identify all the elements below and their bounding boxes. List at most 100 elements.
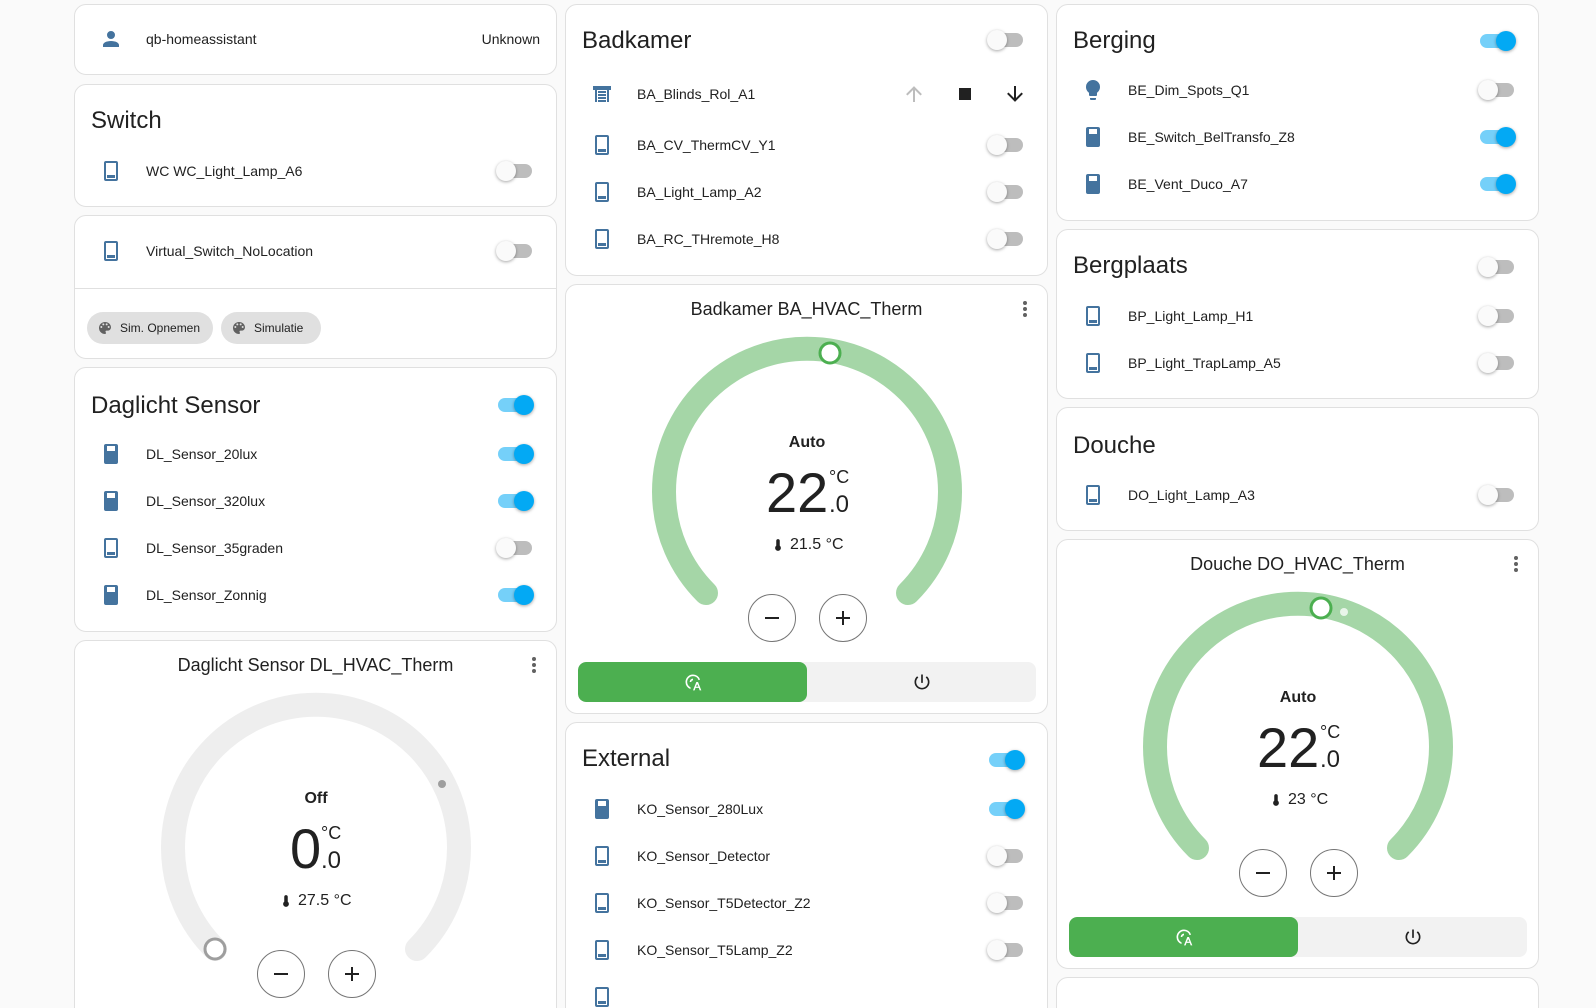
entity-toggle[interactable] [1478,482,1518,508]
switch-icon [1086,353,1100,373]
daglicht-sensor-card: Daglicht Sensor DL_Sensor_20lux DL_Senso… [74,367,557,632]
entity-row[interactable]: KO_Sensor_T5Lamp_Z2 [566,930,1047,970]
current-temperature: 21.5 °C [790,536,844,553]
entity-row[interactable]: KO_Sensor_Detector [566,836,1047,876]
entity-toggle[interactable] [496,238,536,264]
card-title: Daglicht Sensor [91,392,261,419]
header-toggle[interactable] [496,392,536,418]
entity-toggle[interactable] [987,937,1027,963]
more-options-icon[interactable] [1504,552,1528,576]
entity-row[interactable]: DL_Sensor_20lux [75,434,556,474]
switch-icon [104,538,118,558]
entity-toggle[interactable] [987,179,1027,205]
header-toggle[interactable] [987,27,1027,53]
entity-row[interactable]: DL_Sensor_35graden [75,528,556,568]
thermostat-card: Badkamer BA_HVAC_Therm Auto 22 °C .0 21.… [565,284,1048,714]
increase-button[interactable] [819,594,867,642]
sim-opnemen-chip[interactable]: Sim. Opnemen [87,312,213,344]
switch-icon [595,940,609,960]
increase-button[interactable] [328,950,376,998]
mode-auto-button[interactable] [1069,917,1298,957]
entity-toggle[interactable] [1478,77,1518,103]
entity-row[interactable]: BP_Light_Lamp_H1 [1057,296,1538,336]
entity-toggle[interactable] [496,582,536,608]
switch-icon [595,893,609,913]
entity-name: BA_RC_THremote_H8 [637,231,780,247]
switch-icon [104,241,118,261]
hvac-mode-bar [1069,917,1527,957]
temperature-unit: °C [829,467,850,487]
palette-icon [99,322,111,334]
entity-row[interactable]: DL_Sensor_Zonnig [75,575,556,615]
entity-name: BA_Light_Lamp_A2 [637,184,762,200]
entity-row[interactable]: BA_CV_ThermCV_Y1 [566,125,1047,165]
entity-row[interactable]: BE_Dim_Spots_Q1 [1057,70,1538,110]
entity-toggle[interactable] [496,488,536,514]
entity-toggle[interactable] [987,226,1027,252]
entity-toggle[interactable] [987,890,1027,916]
entity-name: WC WC_Light_Lamp_A6 [146,163,303,179]
simulatie-chip[interactable]: Simulatie [221,312,321,344]
arrow-up-icon[interactable] [902,82,926,106]
cover-row[interactable]: BA_Blinds_Rol_A1 [566,74,1047,114]
entity-row[interactable]: BE_Switch_BelTransfo_Z8 [1057,117,1538,157]
header-toggle[interactable] [1478,254,1518,280]
decrease-button[interactable] [257,950,305,998]
entity-row[interactable]: Virtual_Switch_NoLocation [75,231,556,271]
entity-toggle[interactable] [1478,350,1518,376]
plus-icon [1327,866,1341,880]
entity-row[interactable]: DL_Sensor_320lux [75,481,556,521]
increase-button[interactable] [1310,849,1358,897]
entity-row[interactable]: KO_Sensor_T5Detector_Z2 [566,883,1047,923]
person-row[interactable]: qb-homeassistant Unknown [75,19,556,59]
entity-toggle[interactable] [987,796,1027,822]
entity-toggle[interactable] [496,158,536,184]
next-card [1056,977,1539,1008]
entity-row[interactable]: BA_Light_Lamp_A2 [566,172,1047,212]
decrease-button[interactable] [1239,849,1287,897]
minus-icon [274,973,288,975]
card-title: Badkamer [582,27,692,54]
decrease-button[interactable] [748,594,796,642]
entity-row[interactable]: DO_Light_Lamp_A3 [1057,475,1538,515]
more-options-icon[interactable] [1013,297,1037,321]
entity-toggle[interactable] [496,535,536,561]
entity-row[interactable] [566,977,1047,1008]
entity-name: BE_Dim_Spots_Q1 [1128,82,1250,98]
entity-toggle[interactable] [1478,303,1518,329]
minus-icon [1256,872,1270,874]
entity-row[interactable]: BA_RC_THremote_H8 [566,219,1047,259]
header-toggle[interactable] [987,747,1027,773]
entity-row[interactable]: KO_Sensor_280Lux [566,789,1047,829]
entity-toggle[interactable] [1478,171,1518,197]
mode-off-button[interactable] [1298,917,1527,957]
entity-row[interactable]: BE_Vent_Duco_A7 [1057,164,1538,204]
card-title: Douche [1073,432,1156,459]
entity-row[interactable]: BP_Light_TrapLamp_A5 [1057,343,1538,383]
entity-name: Virtual_Switch_NoLocation [146,243,314,259]
current-temperature: 23 °C [1288,791,1329,808]
entity-row[interactable]: WC WC_Light_Lamp_A6 [75,151,556,191]
thermostat-name: Daglicht Sensor DL_HVAC_Therm [177,655,454,675]
more-options-icon[interactable] [522,653,546,677]
stop-icon[interactable] [953,82,977,106]
switch-icon [1086,306,1100,326]
entity-name: BE_Vent_Duco_A7 [1128,176,1248,192]
palette-icon [233,322,245,334]
entity-toggle[interactable] [987,843,1027,869]
chip-label: Sim. Opnemen [120,321,201,335]
switch-icon [595,987,609,1007]
entity-name: KO_Sensor_280Lux [637,801,764,817]
thermostat-name: Badkamer BA_HVAC_Therm [690,299,923,319]
power-icon [914,674,929,690]
switch-icon [1086,174,1100,194]
lightbulb-icon [1086,80,1100,100]
mode-auto-button[interactable] [578,662,807,702]
header-toggle[interactable] [1478,28,1518,54]
mode-off-button[interactable] [807,662,1036,702]
entity-toggle[interactable] [496,441,536,467]
entity-toggle[interactable] [987,132,1027,158]
arrow-down-icon[interactable] [1003,82,1027,106]
thermostat-card: Douche DO_HVAC_Therm Auto 22 °C .0 23 °C [1056,539,1539,969]
entity-toggle[interactable] [1478,124,1518,150]
